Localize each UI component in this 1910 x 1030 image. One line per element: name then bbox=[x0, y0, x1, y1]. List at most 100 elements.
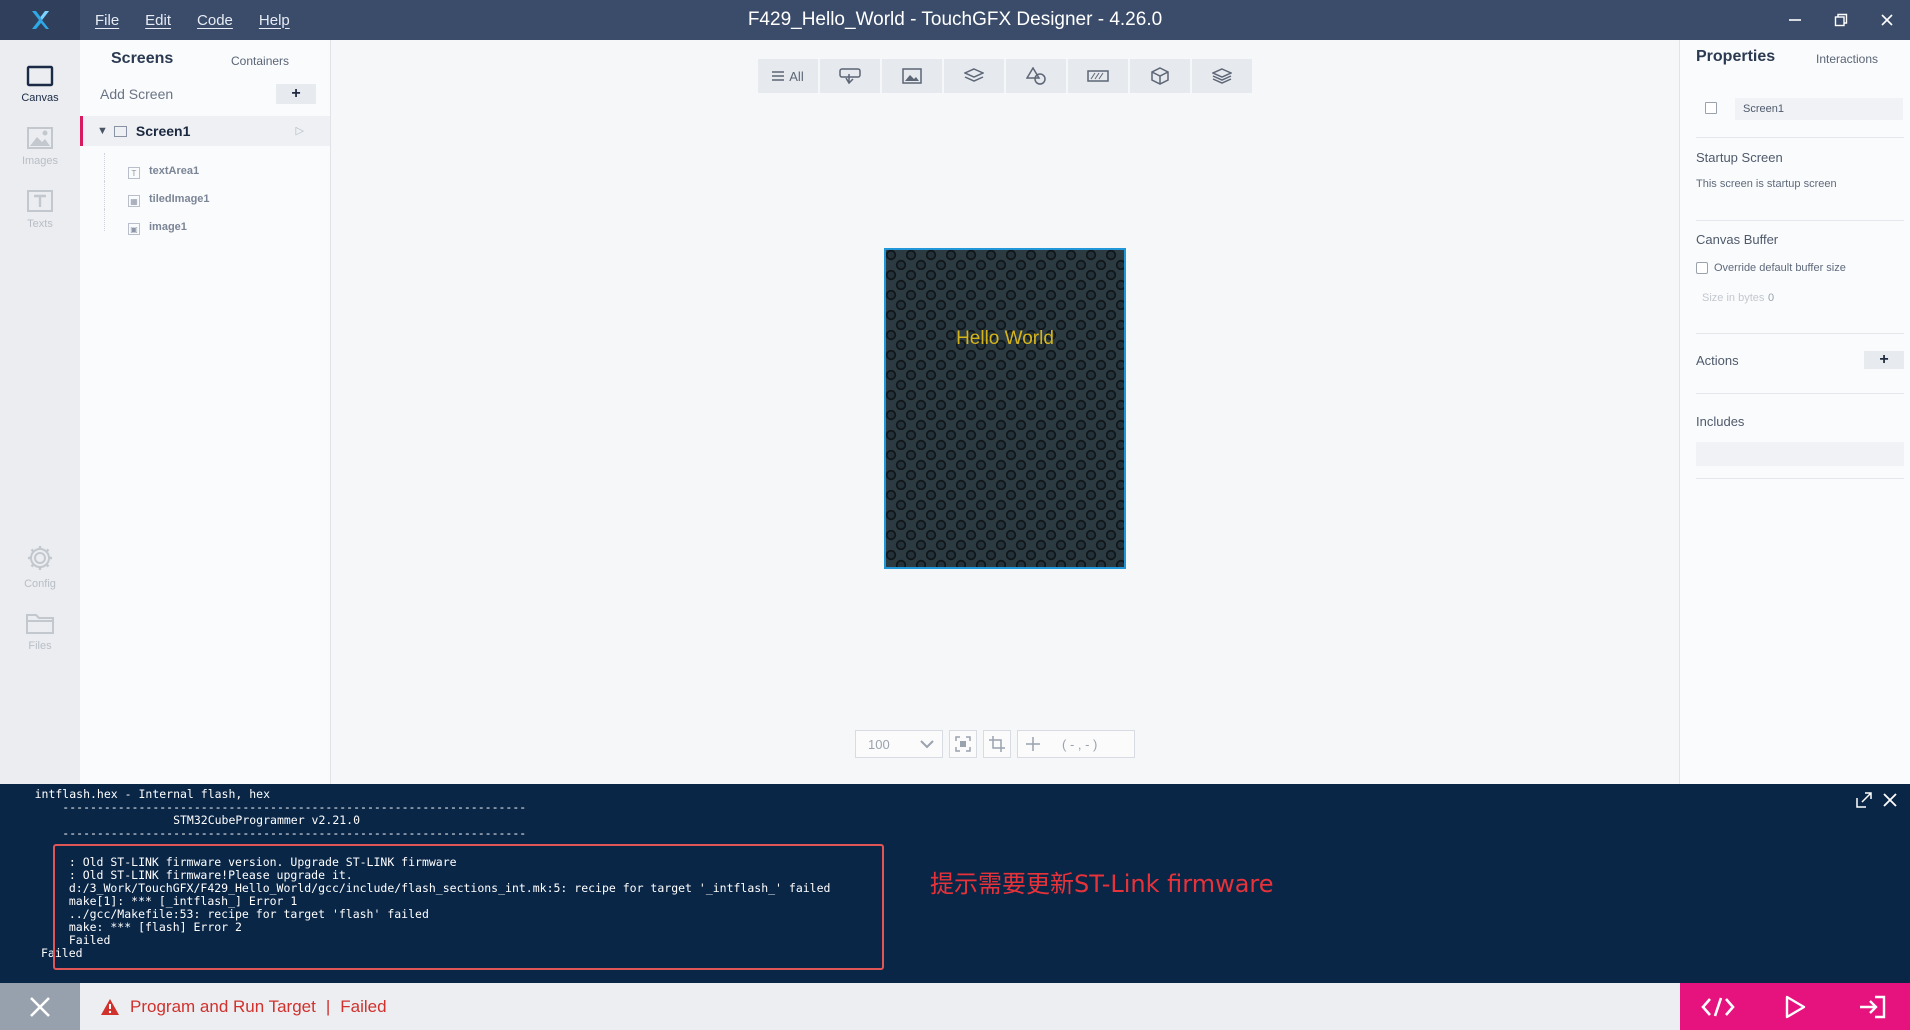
includes-input[interactable] bbox=[1696, 442, 1904, 466]
widget-label: tiledImage1 bbox=[149, 193, 210, 205]
divider bbox=[1696, 137, 1904, 138]
menu-code[interactable]: Code bbox=[197, 12, 233, 29]
screen-list-item-screen1[interactable]: ▼ Screen1 ▷ bbox=[80, 116, 330, 146]
screens-panel: Screens Containers Add Screen + ▼ Screen… bbox=[80, 40, 331, 784]
images-icon bbox=[27, 126, 53, 149]
nav-canvas-label: Canvas bbox=[21, 91, 59, 104]
crop-button[interactable] bbox=[983, 730, 1011, 758]
console-controls bbox=[1856, 792, 1898, 808]
coordinates-display: ( - , - ) bbox=[1017, 730, 1135, 758]
tab-interactions[interactable]: Interactions bbox=[1816, 52, 1878, 66]
screen1-label: Screen1 bbox=[135, 123, 191, 139]
widget-row-image1[interactable]: ▣ image1 bbox=[80, 209, 330, 241]
status-text: Program and Run Target bbox=[130, 996, 316, 1016]
chevron-down-icon bbox=[920, 740, 934, 749]
zoom-level: 100 bbox=[868, 736, 890, 752]
nav-files[interactable]: Files bbox=[0, 595, 80, 667]
add-screen-row: Add Screen + bbox=[100, 82, 316, 106]
nav-config[interactable]: Config bbox=[0, 530, 80, 602]
tab-screens[interactable]: Screens bbox=[111, 50, 173, 68]
screens-panel-tabs: Screens Containers bbox=[80, 50, 330, 80]
add-screen-button[interactable]: + bbox=[276, 84, 316, 104]
filter-all-button[interactable]: All bbox=[758, 59, 818, 93]
interaction-widgets-button[interactable] bbox=[820, 59, 880, 93]
window-controls bbox=[1772, 0, 1910, 40]
filter-all-label: All bbox=[789, 68, 804, 84]
maximize-console-icon[interactable] bbox=[1856, 792, 1872, 808]
minimize-button[interactable] bbox=[1772, 0, 1818, 40]
size-in-bytes-value[interactable]: 0 bbox=[1768, 292, 1774, 304]
nav-texts-label: Texts bbox=[27, 217, 53, 230]
divider bbox=[1696, 333, 1904, 334]
nav-files-label: Files bbox=[28, 639, 52, 652]
widget-label: image1 bbox=[149, 221, 187, 233]
run-buttons bbox=[1680, 983, 1910, 1030]
chevron-down-icon[interactable]: ▼ bbox=[97, 125, 108, 137]
annotation-text: 提示需要更新ST-Link firmware bbox=[930, 870, 1274, 898]
screen-icon bbox=[1705, 102, 1717, 114]
menu-help[interactable]: Help bbox=[259, 12, 290, 29]
menu-edit[interactable]: Edit bbox=[145, 12, 171, 29]
cube-icon bbox=[1151, 67, 1169, 85]
add-screen-label: Add Screen bbox=[100, 86, 174, 102]
folder-icon bbox=[26, 613, 54, 634]
tiled-image-background bbox=[886, 250, 1124, 567]
screen-name-input[interactable]: Screen1 bbox=[1735, 98, 1903, 120]
progress-widgets-button[interactable] bbox=[1068, 59, 1128, 93]
close-icon bbox=[30, 996, 50, 1017]
3d-widgets-button[interactable] bbox=[1130, 59, 1190, 93]
progress-icon bbox=[1087, 70, 1109, 82]
widget-row-textarea1[interactable]: T textArea1 bbox=[80, 153, 330, 187]
text-icon: T bbox=[128, 167, 140, 179]
play-icon[interactable]: ▷ bbox=[296, 124, 304, 137]
nav-texts[interactable]: Texts bbox=[0, 173, 80, 245]
run-target-icon bbox=[1859, 995, 1885, 1018]
widget-row-tiledimage1[interactable]: ▦ tiledImage1 bbox=[80, 181, 330, 215]
status-close-button[interactable] bbox=[0, 983, 80, 1030]
crop-icon bbox=[989, 736, 1005, 752]
zoom-select[interactable]: 100 bbox=[855, 730, 943, 758]
status-separator: | bbox=[325, 996, 331, 1016]
nav-images[interactable]: Images bbox=[0, 110, 80, 182]
override-buffer-label: Override default buffer size bbox=[1714, 262, 1846, 274]
startup-screen-desc: This screen is startup screen bbox=[1696, 178, 1837, 190]
layers-icon bbox=[964, 68, 984, 82]
hello-world-text[interactable]: Hello World bbox=[886, 328, 1124, 350]
move-icon bbox=[1026, 737, 1040, 751]
image-widgets-button[interactable] bbox=[882, 59, 942, 93]
close-window-button[interactable] bbox=[1864, 0, 1910, 40]
restore-button[interactable] bbox=[1818, 0, 1864, 40]
run-simulator-button[interactable] bbox=[1770, 987, 1820, 1027]
tree-line bbox=[104, 209, 105, 231]
nav-images-label: Images bbox=[21, 154, 59, 167]
close-console-icon[interactable] bbox=[1882, 792, 1898, 808]
program-run-target-button[interactable] bbox=[1847, 987, 1897, 1027]
stack-icon bbox=[1212, 68, 1232, 84]
touchgfx-designer-window: File Edit Code Help F429_Hello_World - T… bbox=[0, 0, 1910, 1030]
left-navigation: Canvas Images Texts Config Files bbox=[0, 40, 80, 784]
canvas-buffer-title: Canvas Buffer bbox=[1696, 232, 1779, 247]
container-widgets-button[interactable] bbox=[944, 59, 1004, 93]
error-highlight-box bbox=[53, 844, 884, 970]
tiled-image-icon: ▦ bbox=[128, 195, 140, 207]
touchgfx-logo-icon[interactable] bbox=[0, 0, 80, 40]
gear-icon bbox=[28, 545, 52, 570]
zoom-bar: 100 ( - , - ) bbox=[855, 730, 1135, 758]
texts-icon bbox=[27, 189, 53, 212]
generate-code-button[interactable] bbox=[1693, 987, 1743, 1027]
override-buffer-checkbox[interactable] bbox=[1696, 262, 1708, 274]
screen-preview[interactable]: Hello World bbox=[884, 248, 1126, 569]
play-icon bbox=[1785, 995, 1806, 1018]
add-action-button[interactable]: + bbox=[1864, 351, 1904, 369]
misc-widgets-button[interactable] bbox=[1192, 59, 1252, 93]
shape-widgets-button[interactable] bbox=[1006, 59, 1066, 93]
tab-properties[interactable]: Properties bbox=[1696, 48, 1775, 66]
fit-screen-button[interactable] bbox=[949, 730, 977, 758]
canvas-icon bbox=[26, 65, 54, 86]
screen-icon bbox=[113, 125, 127, 137]
menu-file[interactable]: File bbox=[95, 12, 119, 29]
touch-icon bbox=[839, 68, 861, 85]
divider bbox=[1696, 220, 1904, 221]
tab-containers[interactable]: Containers bbox=[231, 54, 289, 68]
actions-title: Actions bbox=[1696, 353, 1739, 368]
